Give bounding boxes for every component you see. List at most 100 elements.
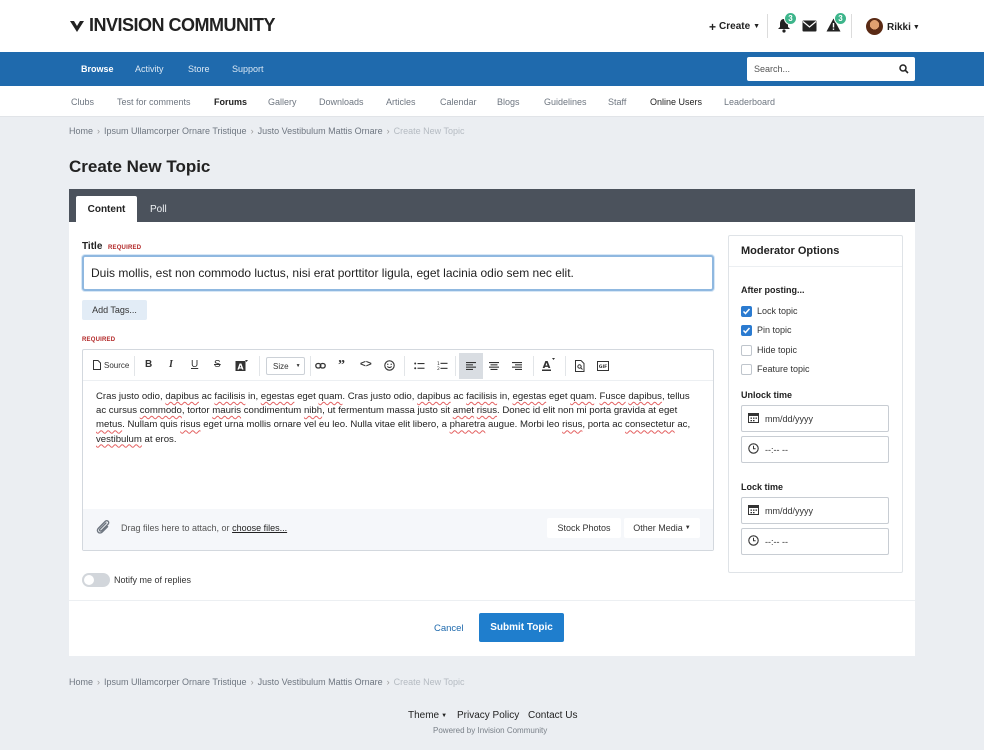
breadcrumb-subforum[interactable]: Justo Vestibulum Mattis Ornare xyxy=(258,126,383,136)
hide-topic-label: Hide topic xyxy=(757,345,798,355)
subnav-item-blogs[interactable]: Blogs xyxy=(497,97,520,107)
subnav-item-guidelines[interactable]: Guidelines xyxy=(544,97,587,107)
logo-text: INVISION COMMUNITY xyxy=(89,15,276,35)
other-media-button[interactable]: Other Media ▼ xyxy=(624,518,700,538)
nav-item-store[interactable]: Store xyxy=(188,64,210,74)
caret-down-icon: ▼ xyxy=(684,525,691,531)
italic-icon[interactable]: I xyxy=(169,359,173,370)
breadcrumb-subforum[interactable]: Justo Vestibulum Mattis Ornare xyxy=(258,677,383,687)
breadcrumb-forum[interactable]: Ipsum Ullamcorper Ornare Tristique xyxy=(104,677,247,687)
text-run: eget urna mollis ornare vel eu leo. Null… xyxy=(200,419,450,431)
tab-bar xyxy=(69,189,915,222)
create-menu-button[interactable]: + Create ▼ xyxy=(709,21,760,33)
code-icon[interactable]: <> xyxy=(360,359,372,370)
quote-icon[interactable]: ” xyxy=(338,358,345,374)
search-icon[interactable] xyxy=(899,64,909,74)
align-center-icon[interactable] xyxy=(489,362,499,370)
choose-files-link[interactable]: choose files... xyxy=(232,523,287,533)
breadcrumb-home[interactable]: Home xyxy=(69,126,93,136)
lock-time-input[interactable] xyxy=(741,528,889,555)
text-run: at eros. xyxy=(141,433,177,445)
title-input-value: Duis mollis, est non commodo luctus, nis… xyxy=(91,266,574,280)
subnav-item-forums[interactable]: Forums xyxy=(214,97,247,107)
svg-text:A: A xyxy=(543,360,551,371)
subnav-item-calendar[interactable]: Calendar xyxy=(440,97,477,107)
caret-down-icon: ▼ xyxy=(295,363,301,369)
chevron-right-icon: › xyxy=(386,126,390,136)
subnav-item-articles[interactable]: Articles xyxy=(386,97,416,107)
messages-button[interactable] xyxy=(802,18,818,34)
subnav-item-downloads[interactable]: Downloads xyxy=(319,97,364,107)
contact-us-link[interactable]: Contact Us xyxy=(528,710,577,721)
privacy-policy-link[interactable]: Privacy Policy xyxy=(457,710,519,721)
misspelled-word: risus xyxy=(476,405,498,417)
subnav-item-staff[interactable]: Staff xyxy=(608,97,626,107)
subnav-item-clubs[interactable]: Clubs xyxy=(71,97,94,107)
align-right-icon[interactable] xyxy=(512,362,522,370)
notifications-button[interactable]: 3 xyxy=(777,12,797,34)
nav-item-support[interactable]: Support xyxy=(232,64,264,74)
unlock-time-placeholder: --:-- -- xyxy=(765,445,788,455)
after-posting-label: After posting... xyxy=(741,285,805,295)
text-run: eget xyxy=(294,391,319,402)
subnav-item-online-users[interactable]: Online Users xyxy=(650,97,702,107)
preview-icon[interactable] xyxy=(575,360,585,372)
editor-body-text[interactable]: Cras justo odio, dapibus ac facilisis in… xyxy=(96,390,696,447)
bold-icon[interactable]: B xyxy=(145,359,152,370)
text-run: ac, xyxy=(674,419,691,431)
bulleted-list-icon[interactable] xyxy=(414,362,425,370)
gif-icon[interactable]: GIF xyxy=(597,361,609,371)
link-icon[interactable] xyxy=(315,362,326,370)
strikethrough-icon[interactable]: S xyxy=(214,359,221,370)
avatar[interactable] xyxy=(866,18,883,35)
nav-item-activity[interactable]: Activity xyxy=(135,64,164,74)
numbered-list-icon[interactable]: 12 xyxy=(437,361,448,371)
username: Rikki xyxy=(887,22,911,33)
lock-date-input[interactable] xyxy=(741,497,889,524)
nav-item-browse[interactable]: Browse xyxy=(81,64,114,74)
tab-content[interactable]: Content xyxy=(76,196,137,223)
stock-photos-button[interactable]: Stock Photos xyxy=(547,518,621,538)
misspelled-word: quam xyxy=(570,391,595,402)
reports-button[interactable]: 3 xyxy=(826,12,847,34)
theme-menu-link[interactable]: Theme ▼ xyxy=(408,710,447,721)
create-label: Create xyxy=(719,21,751,32)
unlock-time-input[interactable] xyxy=(741,436,889,463)
text-run: in, xyxy=(245,391,261,402)
subnav-item-gallery[interactable]: Gallery xyxy=(268,97,297,107)
font-size-select[interactable]: Size ▼ xyxy=(266,357,305,375)
clock-icon xyxy=(748,443,759,454)
breadcrumb-current: Create New Topic xyxy=(393,126,465,136)
misspelled-word: metus xyxy=(96,419,123,431)
submit-topic-button[interactable]: Submit Topic xyxy=(479,613,564,642)
text-color-icon[interactable]: A xyxy=(541,358,556,372)
toolbar-divider xyxy=(310,356,311,376)
user-menu-button[interactable]: Rikki ▼ xyxy=(887,22,920,33)
paperclip-icon xyxy=(95,519,111,536)
powered-by-text: Powered by Invision Community xyxy=(433,726,548,735)
hide-topic-checkbox[interactable] xyxy=(741,345,752,356)
cancel-button[interactable]: Cancel xyxy=(434,623,464,634)
misspelled-word: consectetur xyxy=(625,419,675,431)
site-logo[interactable]: INVISION COMMUNITY xyxy=(69,15,276,36)
chevron-right-icon: › xyxy=(97,126,101,136)
emoji-icon[interactable] xyxy=(384,360,395,371)
source-button[interactable]: Source xyxy=(93,360,129,370)
chevron-right-icon: › xyxy=(250,677,254,687)
underline-icon[interactable]: U xyxy=(191,359,198,370)
chevron-right-icon: › xyxy=(386,677,390,687)
breadcrumb-home[interactable]: Home xyxy=(69,677,93,687)
subnav-item-leaderboard[interactable]: Leaderboard xyxy=(724,97,775,107)
unlock-date-input[interactable] xyxy=(741,405,889,432)
subnav-item-test-for-comments[interactable]: Test for comments xyxy=(117,97,191,107)
lock-topic-checkbox[interactable] xyxy=(741,306,752,317)
text-background-icon[interactable]: A xyxy=(235,360,248,372)
feature-topic-checkbox[interactable] xyxy=(741,364,752,375)
pin-topic-checkbox[interactable] xyxy=(741,325,752,336)
attach-text: Drag files here to attach, or choose fil… xyxy=(121,523,287,533)
document-icon xyxy=(93,360,101,370)
add-tags-button[interactable]: Add Tags... xyxy=(82,300,147,320)
misspelled-word: risus xyxy=(562,419,583,431)
tab-poll[interactable]: Poll xyxy=(150,204,167,215)
breadcrumb-forum[interactable]: Ipsum Ullamcorper Ornare Tristique xyxy=(104,126,247,136)
